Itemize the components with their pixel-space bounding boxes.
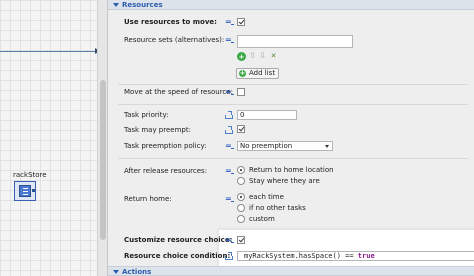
- dynamic-value-icon[interactable]: [225, 126, 233, 134]
- task-preemption-policy-label: Task preemption policy:: [124, 142, 207, 150]
- section-resources-title: Resources: [122, 1, 163, 9]
- task-priority-value: 0: [240, 111, 245, 119]
- radio-stay-where-they-are-label: Stay where they are: [249, 177, 320, 185]
- chevron-down-icon: [325, 145, 329, 148]
- dynamic-value-icon[interactable]: [225, 111, 233, 119]
- add-list-button[interactable]: + Add list: [236, 68, 280, 79]
- static-value-icon[interactable]: [225, 166, 235, 176]
- radio-each-time-label: each time: [249, 193, 284, 201]
- resource-sets-list[interactable]: [237, 35, 353, 48]
- move-at-speed-label: Move at the speed of resource:: [124, 88, 233, 96]
- radio-return-home-location[interactable]: [237, 166, 245, 174]
- radio-return-home-location-label: Return to home location: [249, 166, 334, 174]
- task-preemption-policy-select[interactable]: No preemption: [237, 141, 333, 151]
- static-value-icon[interactable]: [225, 194, 235, 204]
- resource-choice-condition-input[interactable]: myRackSystem.hasSpace() == true: [237, 251, 474, 261]
- resource-choice-condition-label: Resource choice condition:: [124, 252, 231, 260]
- connector-line: [0, 51, 97, 52]
- collapse-triangle-icon: [113, 3, 119, 7]
- static-value-icon[interactable]: [225, 35, 235, 45]
- collapse-triangle-icon: [113, 270, 119, 274]
- section-actions-title: Actions: [122, 268, 152, 276]
- divider: [118, 104, 468, 105]
- condition-code-keyword: true: [357, 252, 375, 260]
- static-value-icon[interactable]: [225, 17, 235, 27]
- task-may-preempt-label: Task may preempt:: [124, 126, 191, 134]
- radio-if-no-other-tasks-label: if no other tasks: [249, 204, 306, 212]
- scrollbar-thumb[interactable]: [100, 80, 106, 240]
- task-priority-input[interactable]: 0: [237, 110, 297, 120]
- task-preemption-policy-value: No preemption: [240, 142, 293, 150]
- task-may-preempt-checkbox[interactable]: [237, 125, 245, 133]
- use-resources-checkbox[interactable]: [237, 18, 245, 26]
- section-actions-header[interactable]: Actions: [108, 266, 474, 276]
- customize-resource-choice-label: Customize resource choice:: [124, 236, 233, 244]
- customize-resource-choice-checkbox[interactable]: [237, 236, 245, 244]
- radio-each-time[interactable]: [237, 193, 245, 201]
- move-up-icon[interactable]: ⇧: [248, 51, 257, 60]
- canvas-vertical-scrollbar[interactable]: [97, 0, 107, 276]
- divider: [118, 158, 468, 159]
- radio-stay-where-they-are[interactable]: [237, 177, 245, 185]
- properties-panel: Resources Use resources to move: Resourc…: [107, 0, 474, 276]
- plus-icon: +: [239, 69, 246, 77]
- rack-store-block-icon[interactable]: [14, 181, 36, 201]
- static-value-icon[interactable]: [225, 235, 235, 245]
- static-value-icon[interactable]: [225, 87, 235, 97]
- add-item-icon[interactable]: +: [237, 52, 246, 61]
- section-resources-header[interactable]: Resources: [108, 0, 474, 10]
- condition-code-text: myRackSystem.hasSpace() ==: [244, 252, 358, 260]
- resource-choice-highlight: [218, 229, 474, 267]
- task-priority-label: Task priority:: [124, 111, 169, 119]
- remove-item-icon[interactable]: ✕: [269, 51, 278, 60]
- model-canvas[interactable]: rackStore: [0, 0, 107, 276]
- divider: [118, 84, 468, 85]
- static-value-icon[interactable]: [225, 141, 235, 151]
- resource-sets-label: Resource sets (alternatives):: [124, 36, 225, 44]
- after-release-label: After release resources:: [124, 167, 208, 175]
- radio-custom[interactable]: [237, 215, 245, 223]
- rack-store-label: rackStore: [13, 171, 47, 179]
- use-resources-label: Use resources to move:: [124, 18, 217, 26]
- dynamic-value-icon[interactable]: [225, 252, 233, 260]
- return-home-label: Return home:: [124, 195, 172, 203]
- move-down-icon[interactable]: ⇩: [258, 51, 267, 60]
- add-list-label: Add list: [249, 69, 276, 77]
- move-at-speed-checkbox[interactable]: [237, 88, 245, 96]
- radio-if-no-other-tasks[interactable]: [237, 204, 245, 212]
- radio-custom-label: custom: [249, 215, 275, 223]
